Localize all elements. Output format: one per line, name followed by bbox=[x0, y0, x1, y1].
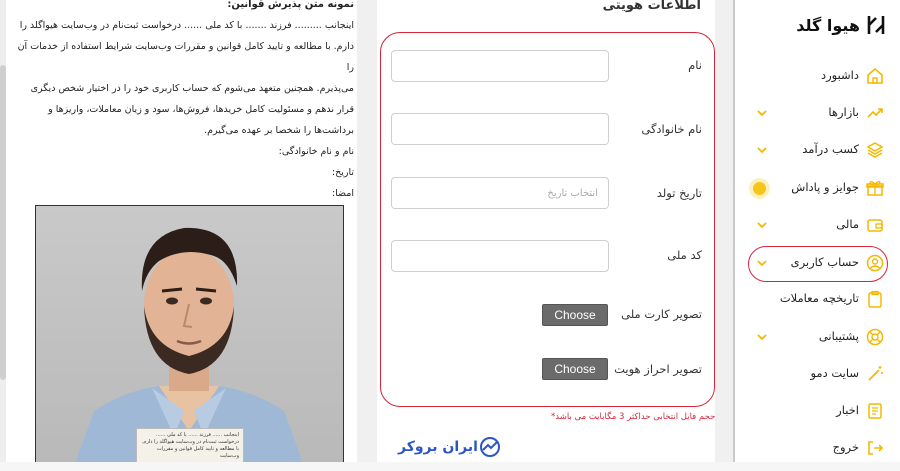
sidebar-item-demo-site[interactable]: سایت دمو bbox=[735, 360, 900, 388]
chevron-down-icon[interactable] bbox=[755, 330, 769, 344]
gutter bbox=[715, 0, 733, 471]
sample-text-block: نمونه متن پذیرش قوانین: اینجانب ........… bbox=[14, 0, 354, 204]
sample-line: قرار ندهم و مسئولیت کامل خریدها، فروش‌ها… bbox=[48, 104, 354, 115]
sidebar-item-label: خروج bbox=[832, 440, 859, 454]
sample-line: اینجانب ......... فرزند ....... با کد مل… bbox=[19, 20, 354, 31]
sample-identity-photo: اینجانب ...... فرزند ...... با کد ملی ..… bbox=[35, 205, 344, 465]
sidebar-item-rewards[interactable]: جوایز و پاداش bbox=[735, 174, 900, 202]
photo-note-paper: اینجانب ...... فرزند ...... با کد ملی ..… bbox=[136, 428, 244, 464]
sample-name-line: نام و نام خانوادگی: bbox=[278, 146, 354, 157]
chevron-down-icon[interactable] bbox=[755, 106, 769, 120]
form-heading: اطلاعات هویتی bbox=[602, 0, 701, 13]
chevron-down-icon[interactable] bbox=[755, 256, 769, 270]
first-name-input[interactable] bbox=[391, 50, 609, 82]
identity-photo-label: تصویر احراز هویت bbox=[614, 362, 702, 376]
id-card-label: تصویر کارت ملی bbox=[621, 307, 702, 321]
sample-title: نمونه متن پذیرش قوانین: bbox=[227, 0, 354, 10]
national-code-label: کد ملی bbox=[667, 248, 702, 262]
hiva-logo-mark-icon bbox=[867, 16, 885, 34]
sidebar-item-label: تاریخچه معاملات bbox=[779, 291, 859, 305]
left-scrollbar[interactable] bbox=[0, 0, 6, 471]
sidebar-item-label: سایت دمو bbox=[810, 366, 859, 380]
app-logo[interactable]: هیوا گلد bbox=[796, 14, 886, 36]
first-name-label: نام bbox=[688, 58, 702, 72]
sample-line: می‌پذیرم. همچنین متعهد می‌شوم که حساب کا… bbox=[30, 83, 354, 94]
identity-form-panel: اطلاعات هویتی نام نام خانوادگی تاریخ تول… bbox=[377, 0, 720, 471]
sidebar-item-markets[interactable]: بازارها bbox=[735, 99, 900, 127]
identity-form-highlight bbox=[380, 32, 715, 407]
id-card-choose-file-button[interactable]: Choose File bbox=[542, 304, 608, 342]
sidebar-item-label: داشبورد bbox=[820, 68, 859, 82]
iran-broker-logo-text: ایران بروکر bbox=[398, 439, 478, 455]
chevron-down-icon[interactable] bbox=[755, 218, 769, 232]
home-icon bbox=[867, 67, 883, 84]
clipboard-icon bbox=[868, 290, 882, 308]
last-name-label: نام خانوادگی bbox=[641, 122, 702, 136]
sidebar-item-dashboard[interactable]: داشبورد bbox=[735, 62, 900, 90]
sidebar-item-logout[interactable]: خروج bbox=[735, 434, 900, 462]
sidebar-item-earn[interactable]: کسب درآمد bbox=[735, 136, 900, 164]
sidebar-item-label: حساب کاربری bbox=[790, 255, 859, 269]
sample-line: دارم. با مطالعه و تایید کامل قوانین و مق… bbox=[17, 41, 354, 73]
magic-wand-icon bbox=[868, 366, 883, 381]
sidebar-item-label: اخبار bbox=[836, 403, 859, 417]
sidebar-item-news[interactable]: اخبار bbox=[735, 397, 900, 425]
iran-broker-logo: ایران بروکر bbox=[392, 435, 504, 459]
logout-icon bbox=[868, 441, 884, 455]
sidebar-item-account[interactable]: حساب کاربری bbox=[735, 249, 900, 277]
identity-photo-choose-file-button[interactable]: Choose File bbox=[542, 358, 608, 396]
sidebar-item-finance[interactable]: مالی bbox=[735, 211, 900, 239]
national-code-input[interactable] bbox=[391, 240, 609, 272]
chevron-down-icon[interactable] bbox=[755, 143, 769, 157]
sidebar-item-trade-history[interactable]: تاریخچه معاملات bbox=[735, 285, 900, 313]
gift-icon bbox=[866, 181, 884, 196]
gutter bbox=[357, 0, 377, 471]
sidebar-item-label: مالی bbox=[836, 217, 859, 231]
sidebar-item-label: پشتیبانی bbox=[818, 329, 859, 343]
bottom-bar bbox=[0, 462, 900, 471]
app-name: هیوا گلد bbox=[796, 15, 860, 35]
sample-line: برداشت‌ها را شخصا بر عهده می‌گیرم. bbox=[204, 125, 354, 136]
sample-date-line: تاریخ: bbox=[331, 167, 354, 178]
portrait-illustration bbox=[74, 227, 304, 464]
news-icon bbox=[868, 403, 882, 419]
file-size-note: *حجم فایل انتخابی حداکثر 3 مگابایت می با… bbox=[551, 412, 720, 422]
broker-chart-icon bbox=[479, 437, 500, 457]
layers-icon bbox=[866, 142, 884, 158]
trend-icon bbox=[867, 108, 883, 118]
sidebar-item-label: کسب درآمد bbox=[802, 142, 859, 156]
lifebuoy-icon bbox=[866, 328, 884, 346]
birth-date-input[interactable] bbox=[391, 177, 609, 209]
user-circle-icon bbox=[866, 254, 884, 272]
birth-date-label: تاریخ تولد bbox=[656, 186, 702, 200]
wallet-icon bbox=[867, 219, 883, 232]
sidebar-item-label: بازارها bbox=[828, 105, 859, 119]
sidebar-item-label: جوایز و پاداش bbox=[791, 180, 859, 194]
sidebar: هیوا گلد داشبورد بازارها کسب درآمد جوایز… bbox=[735, 0, 900, 471]
last-name-input[interactable] bbox=[391, 113, 609, 145]
acceptance-sample-panel: نمونه متن پذیرش قوانین: اینجانب ........… bbox=[0, 0, 357, 471]
sample-sign-line: امضا: bbox=[331, 188, 354, 199]
sidebar-item-support[interactable]: پشتیبانی bbox=[735, 323, 900, 351]
left-scrollbar-thumb[interactable] bbox=[0, 65, 6, 380]
